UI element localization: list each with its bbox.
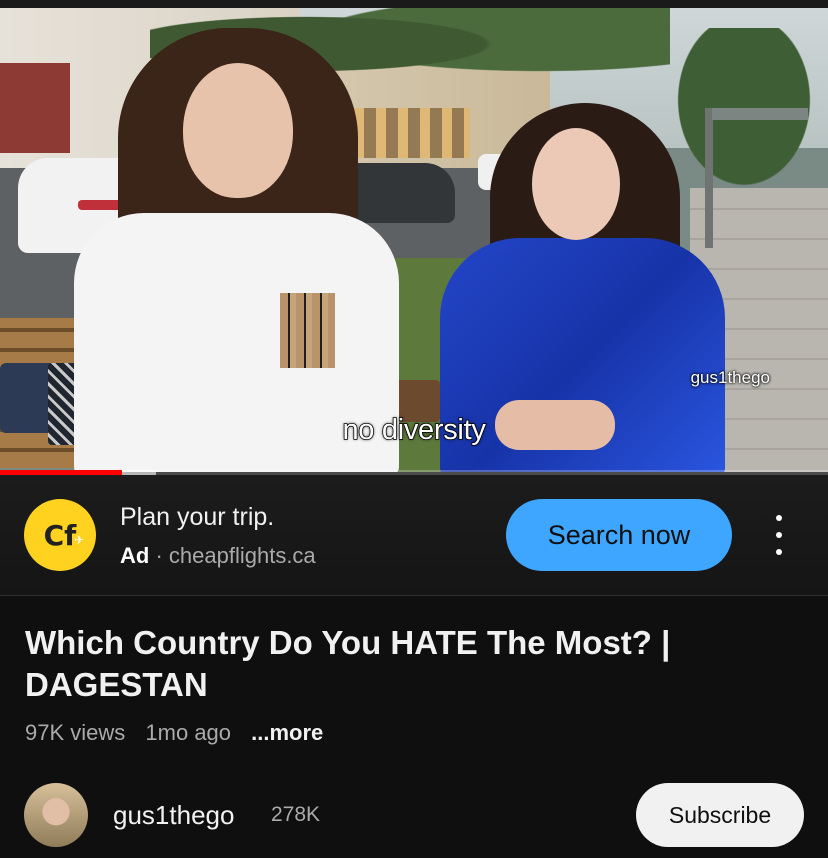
video-caption: no diversity <box>342 413 487 447</box>
ad-badge: Ad <box>120 543 150 568</box>
view-count: 97K views <box>25 720 126 745</box>
subscriber-count: 278K <box>271 803 321 826</box>
channel-name[interactable]: gus1thego <box>113 800 234 831</box>
more-link[interactable]: ...more <box>251 720 323 745</box>
advertiser-logo-text: Cf <box>43 518 77 552</box>
video-watermark: gus1thego <box>690 368 770 387</box>
subscribe-button[interactable]: Subscribe <box>636 783 804 847</box>
video-title[interactable]: Which Country Do You HATE The Most? | DA… <box>25 622 795 706</box>
ad-meta: Ad · cheapflights.ca <box>120 543 316 569</box>
search-now-button[interactable]: Search now <box>506 499 732 571</box>
ad-domain[interactable]: cheapflights.ca <box>169 543 316 568</box>
advertiser-logo[interactable]: Cf ✈ <box>24 499 96 571</box>
status-strip <box>0 0 828 8</box>
video-player[interactable]: gus1thego no diversity <box>0 8 828 472</box>
video-stats[interactable]: 97K views 1mo ago ...more <box>25 720 337 746</box>
kebab-menu-icon[interactable] <box>764 515 794 555</box>
video-scene-shelter <box>712 108 808 120</box>
video-person-right-face <box>532 128 620 240</box>
video-person-left-pocket <box>280 293 335 368</box>
upload-age: 1mo ago <box>145 720 232 745</box>
video-scene-pole <box>705 108 713 248</box>
video-person-left-face <box>183 63 293 198</box>
channel-avatar[interactable] <box>24 783 88 847</box>
plane-icon: ✈ <box>73 533 84 547</box>
ad-separator: · <box>155 543 163 568</box>
ad-title[interactable]: Plan your trip. <box>120 503 274 532</box>
ad-banner[interactable]: Cf ✈ Plan your trip. Ad · cheapflights.c… <box>0 475 828 596</box>
